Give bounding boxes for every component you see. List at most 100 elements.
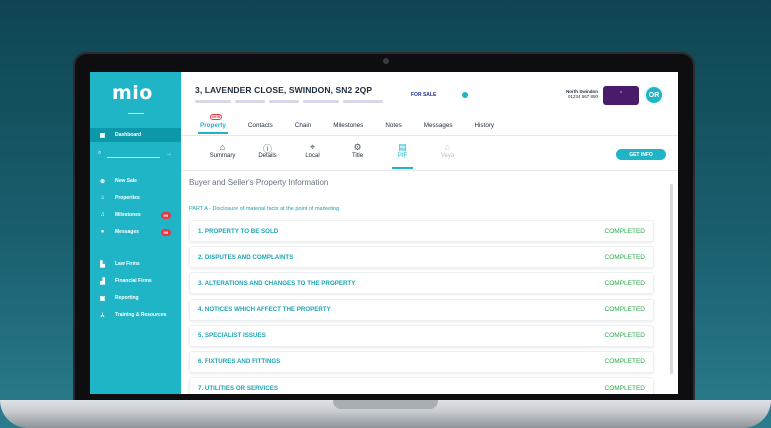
tab-milestones[interactable]: Milestones	[333, 122, 363, 129]
tab-property[interactable]: NEW Property	[198, 114, 228, 134]
main-tabs: NEW Property Contacts Chain Milestones N…	[198, 114, 516, 134]
map-pin-icon: ⌖	[309, 142, 316, 152]
sidebar-item-label: Dashboard	[115, 132, 142, 138]
section-row[interactable]: 1. PROPERTY TO BE SOLD COMPLETED	[189, 220, 654, 242]
branch-info: North Swindon 01234 567 890	[538, 89, 598, 99]
tab-messages[interactable]: Messages	[424, 122, 453, 129]
sidebar-item-label: Training & Resources	[115, 312, 167, 318]
sidebar-item-new-sale[interactable]: ⊕ New Sale	[90, 174, 181, 188]
info-icon: ⓘ	[262, 144, 272, 154]
subtab-label: Details	[258, 153, 277, 159]
branch-phone: 01234 567 890	[567, 94, 598, 99]
section-row[interactable]: 5. SPECIALIST ISSUES COMPLETED	[189, 324, 654, 347]
status-badge: FOR SALE	[411, 92, 437, 98]
subtab-details[interactable]: ⓘ Details	[245, 142, 290, 159]
sidebar-item-law-firms[interactable]: ▙ Law Firms	[90, 257, 181, 271]
new-badge: NEW	[210, 114, 223, 120]
section-row[interactable]: 3. ALTERATIONS AND CHANGES TO THE PROPER…	[189, 272, 654, 295]
avatar[interactable]: OR	[644, 85, 664, 105]
tab-contacts[interactable]: Contacts	[248, 122, 273, 129]
subtab-label: PIF	[397, 153, 408, 159]
search-input[interactable]	[107, 157, 160, 158]
logo-divider	[128, 113, 144, 114]
tab-notes[interactable]: Notes	[385, 122, 401, 129]
progress-segment	[195, 100, 231, 103]
sidebar-item-dashboard[interactable]: ▦ Dashboard	[90, 128, 181, 142]
subtab-title[interactable]: ⚙ Title	[335, 142, 380, 159]
sidebar-item-milestones[interactable]: ♫ Milestones 99	[90, 208, 181, 222]
chat-icon: ●	[100, 229, 105, 235]
sidebar-item-label: New Sale	[115, 178, 137, 184]
scrollbar[interactable]	[670, 184, 673, 374]
grid-icon: ▦	[99, 132, 106, 139]
bank-icon: ▟	[100, 278, 105, 285]
get-info-button[interactable]: GET INFO	[616, 149, 666, 160]
branch-logo[interactable]: ⌂	[603, 86, 639, 105]
subtab-label: Local	[305, 153, 320, 159]
progress-segment	[269, 100, 299, 103]
veya-icon: ⌂	[444, 142, 451, 152]
laptop-notch	[333, 400, 438, 409]
sidebar-item-label: Reporting	[115, 295, 139, 301]
sidebar-item-reporting[interactable]: ▣ Reporting	[90, 291, 181, 305]
camera-icon	[383, 58, 389, 64]
subtab-local[interactable]: ⌖ Local	[290, 142, 335, 159]
sidebar-item-label: Financial Firms	[115, 278, 152, 284]
section-title: 4. NOTICES WHICH AFFECT THE PROPERTY	[198, 306, 331, 314]
subtab-veya[interactable]: ⌂ Veya	[425, 142, 470, 159]
section-row[interactable]: 2. DISPUTES AND COMPLAINTS COMPLETED	[189, 246, 654, 269]
sidebar-item-properties[interactable]: ⌂ Properties	[90, 191, 181, 205]
sidebar-item-messages[interactable]: ● Messages 99	[90, 225, 181, 239]
subtab-summary[interactable]: ⌂ Summary	[200, 142, 245, 159]
sub-tabs: ⌂ Summary ⓘ Details ⌖ Local ⚙ Title ▤ PI…	[200, 142, 470, 169]
sidebar: mio ▦ Dashboard ⌕ → ⊕ New Sale ⌂ Propert…	[90, 72, 181, 394]
property-address: 3, LAVENDER CLOSE, SWINDON, SN2 2QP	[195, 85, 373, 95]
document-icon: ▤	[398, 142, 407, 152]
tab-chain[interactable]: Chain	[295, 122, 311, 129]
section-row[interactable]: 4. NOTICES WHICH AFFECT THE PROPERTY COM…	[189, 298, 654, 321]
home-icon: ⌂	[100, 195, 105, 201]
sidebar-item-label: Law Firms	[115, 261, 140, 267]
section-title: 5. SPECIALIST ISSUES	[198, 332, 266, 340]
sidebar-item-label: Properties	[115, 195, 140, 201]
progress-segment	[303, 100, 339, 103]
tabs-divider	[181, 135, 678, 136]
status-dot-icon	[462, 92, 468, 98]
network-icon: ⅄	[100, 312, 105, 319]
building-icon: ▙	[100, 261, 105, 268]
part-label: PART A - Disclosure of material facts at…	[189, 206, 340, 212]
tab-label: Property	[200, 122, 226, 129]
section-status: COMPLETED	[604, 332, 645, 340]
page-title: Buyer and Seller's Property Information	[189, 178, 329, 187]
section-row[interactable]: 7. UTILITIES OR SERVICES COMPLETED	[189, 377, 654, 394]
pif-sections: 1. PROPERTY TO BE SOLD COMPLETED 2. DISP…	[189, 220, 654, 394]
section-status: COMPLETED	[604, 279, 645, 287]
chart-icon: ▣	[99, 295, 106, 302]
sidebar-search[interactable]: ⌕ →	[98, 149, 172, 158]
arrow-right-icon[interactable]: →	[166, 151, 172, 157]
address-progress-bars	[195, 100, 383, 103]
tab-history[interactable]: History	[474, 122, 494, 129]
bell-icon: ♫	[100, 212, 105, 218]
section-title: 7. UTILITIES OR SERVICES	[198, 384, 278, 392]
summary-icon: ⌂	[219, 142, 226, 152]
section-status: COMPLETED	[604, 253, 645, 261]
mio-logo: mio	[112, 82, 153, 104]
subtabs-divider	[181, 170, 678, 171]
plus-circle-icon: ⊕	[99, 178, 106, 185]
sidebar-item-financial-firms[interactable]: ▟ Financial Firms	[90, 274, 181, 288]
subtab-label: Summary	[209, 153, 236, 159]
section-title: 6. FIXTURES AND FITTINGS	[198, 358, 281, 366]
sidebar-item-label: Messages	[115, 229, 139, 235]
section-title: 2. DISPUTES AND COMPLAINTS	[198, 253, 294, 261]
sidebar-item-training[interactable]: ⅄ Training & Resources	[90, 308, 181, 322]
progress-segment	[343, 100, 383, 103]
section-status: COMPLETED	[604, 227, 645, 235]
app-screen: mio ▦ Dashboard ⌕ → ⊕ New Sale ⌂ Propert…	[90, 72, 678, 394]
sidebar-item-label: Milestones	[115, 212, 141, 218]
section-title: 3. ALTERATIONS AND CHANGES TO THE PROPER…	[198, 279, 356, 287]
subtab-pif[interactable]: ▤ PIF	[380, 142, 425, 169]
section-row[interactable]: 6. FIXTURES AND FITTINGS COMPLETED	[189, 350, 654, 373]
section-status: COMPLETED	[604, 358, 645, 366]
section-title: 1. PROPERTY TO BE SOLD	[198, 227, 279, 235]
